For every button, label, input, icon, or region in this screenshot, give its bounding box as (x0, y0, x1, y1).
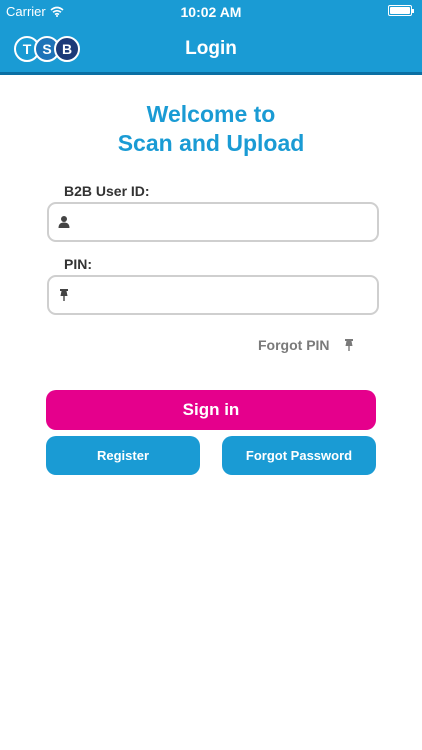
sign-in-button[interactable]: Sign in (46, 390, 376, 430)
user-id-label: B2B User ID: (64, 183, 150, 199)
forgot-password-label: Forgot Password (245, 448, 353, 463)
top-bar: Carrier 10:02 AM T S B Login (0, 0, 422, 75)
register-button[interactable]: Register (46, 436, 200, 475)
battery-icon (388, 5, 414, 16)
forgot-password-button[interactable]: Forgot Password (222, 436, 376, 475)
forgot-pin-link[interactable]: Forgot PIN (258, 337, 330, 353)
clock: 10:02 AM (180, 4, 242, 20)
page-title: Login (185, 38, 237, 59)
welcome-line-1: Welcome to (146, 101, 276, 127)
pushpin-icon[interactable] (343, 338, 355, 352)
status-bar: Carrier 10:02 AM (0, 0, 422, 22)
welcome-line-2: Scan and Upload (117, 130, 305, 156)
welcome-heading: Welcome to Scan and Upload (0, 100, 422, 158)
person-icon (58, 216, 70, 228)
pushpin-icon (60, 289, 68, 301)
register-label: Register (96, 448, 150, 463)
pin-label: PIN: (64, 256, 92, 272)
user-id-field[interactable] (47, 202, 379, 242)
pin-field[interactable] (47, 275, 379, 315)
sign-in-label: Sign in (182, 400, 240, 419)
